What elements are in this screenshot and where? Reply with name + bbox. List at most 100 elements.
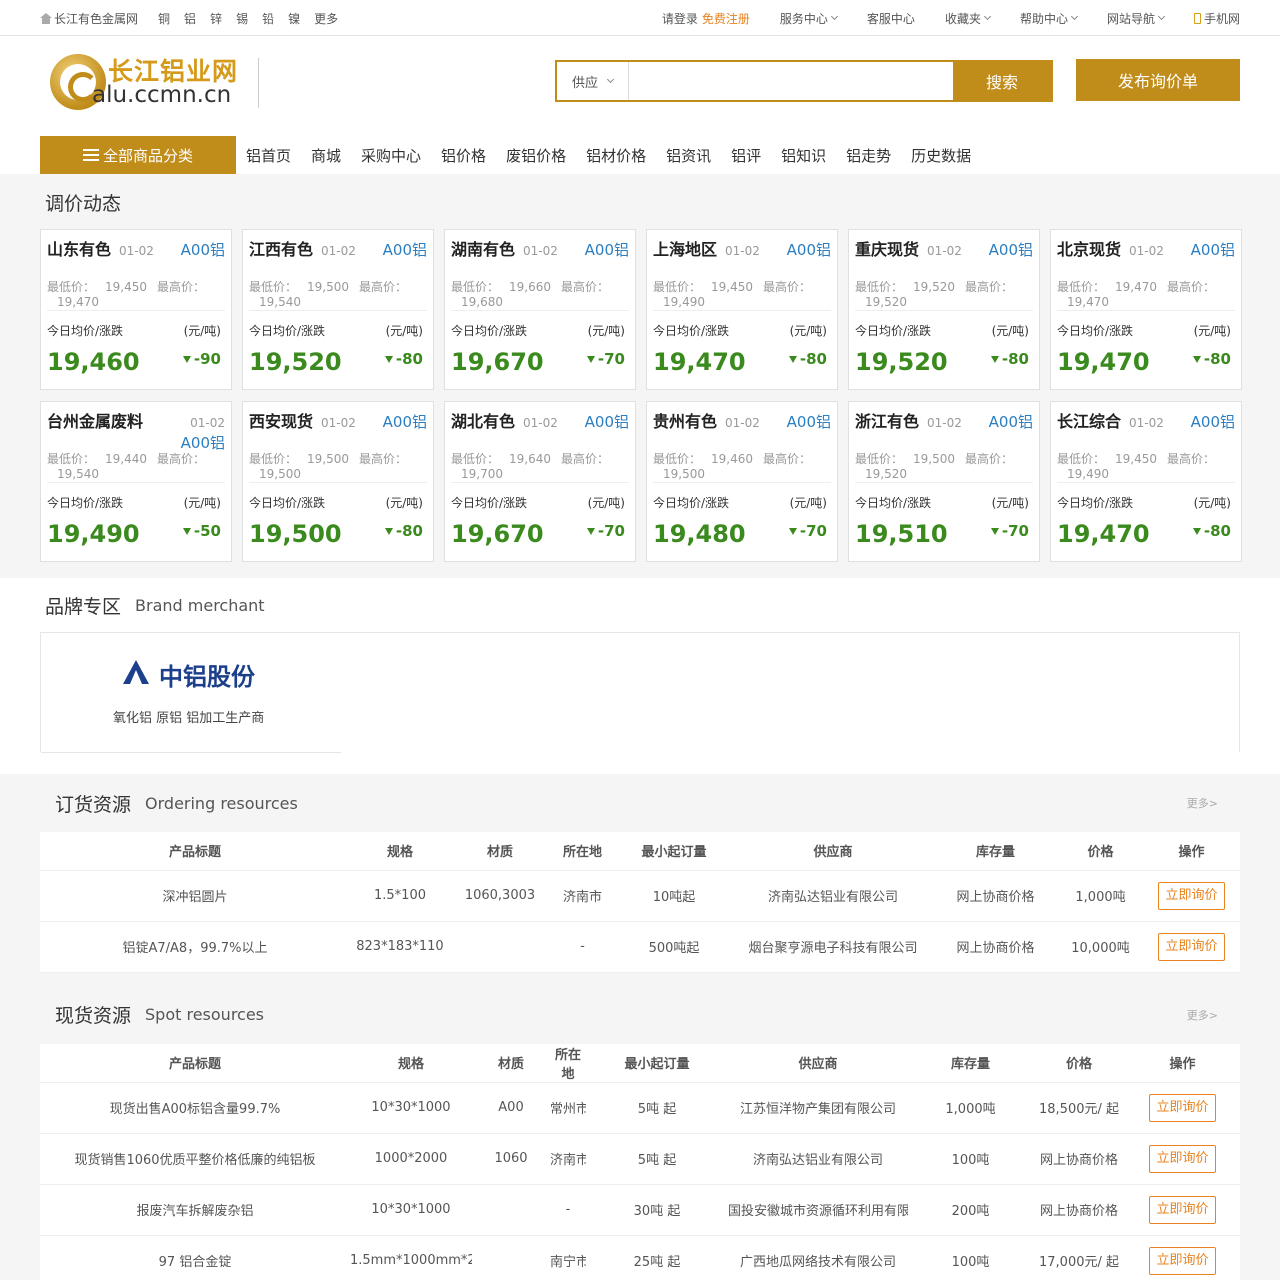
table-cell[interactable]: 现货出售A00标铝含量99.7% <box>40 1082 350 1134</box>
avg-price: 19,670 <box>451 348 544 376</box>
min-price-value: 19,440 <box>105 452 148 466</box>
price-card-header: 台州金属废料 01-02 A00铝 <box>47 408 225 452</box>
price-card[interactable]: 贵州有色 01-02 A00铝 最低价： 19,460 最高价： 19,500 今日均价/涨跌… <box>646 401 838 562</box>
price-card[interactable]: 浙江有色 01-02 A00铝 最低价： 19,500 最高价： 19,520 今日均价/涨跌… <box>848 401 1040 562</box>
grade-link[interactable]: A00铝 <box>383 411 427 432</box>
price-card-header: 湖北有色 01-02 A00铝 <box>451 408 629 452</box>
price-change-value: -80 <box>395 522 423 540</box>
table-cell: 823*183*110 <box>350 921 450 973</box>
nav-item-scrap-price[interactable]: 废铝价格 <box>506 145 566 166</box>
grade-link[interactable]: A00铝 <box>585 239 629 260</box>
metal-link-more[interactable]: 更多 <box>314 10 338 27</box>
price-card[interactable]: 上海地区 01-02 A00铝 最低价： 19,450 最高价： 19,490 今日均价/涨跌… <box>646 229 838 390</box>
metal-link-lead[interactable]: 铅 <box>262 10 274 27</box>
metal-link-aluminum[interactable]: 铝 <box>184 10 196 27</box>
metal-link-nickel[interactable]: 镍 <box>288 10 300 27</box>
grade-link[interactable]: A00铝 <box>383 239 427 260</box>
nav-item-commentary[interactable]: 铝评 <box>731 145 761 166</box>
table-cell[interactable]: 报废汽车拆解废杂铝 <box>40 1184 350 1236</box>
grade-link[interactable]: A00铝 <box>787 239 831 260</box>
price-card[interactable]: 山东有色 01-02 A00铝 最低价： 19,450 最高价： 19,470 今日均价/涨跌… <box>40 229 232 390</box>
register-link[interactable]: 免费注册 <box>702 10 750 27</box>
avg-label: 今日均价/涨跌 <box>451 324 528 338</box>
price-card[interactable]: 北京现货 01-02 A00铝 最低价： 19,470 最高价：19,470 今日均价/涨跌… <box>1050 229 1242 390</box>
favorites-menu[interactable]: 收藏夹 <box>945 10 991 27</box>
all-categories-button[interactable]: 全部商品分类 <box>40 136 236 174</box>
inquire-now-button[interactable]: 立即询价 <box>1149 1246 1216 1275</box>
site-logo[interactable]: 长江铝业网 alu.ccmn.cn <box>50 52 260 112</box>
action-cell: 立即询价 <box>1125 1235 1240 1280</box>
avg-price: 19,520 <box>249 348 342 376</box>
search-button[interactable]: 搜索 <box>953 62 1051 100</box>
mobile-site-link[interactable]: 手机网 <box>1193 10 1240 27</box>
column-header: 产品标题 <box>40 1043 350 1083</box>
min-price: 最低价： 19,640 <box>451 452 551 466</box>
nav-item-aluminum-price[interactable]: 铝价格 <box>441 145 486 166</box>
arrow-down-icon <box>990 527 999 535</box>
column-header: 规格 <box>350 1043 472 1083</box>
nav-item-news[interactable]: 铝资讯 <box>666 145 711 166</box>
login-link[interactable]: 请登录 <box>662 10 698 27</box>
help-center-menu[interactable]: 帮助中心 <box>1020 10 1079 27</box>
action-cell: 立即询价 <box>1125 1184 1240 1236</box>
region-name: 湖北有色 <box>451 412 516 431</box>
nav-item-material-price[interactable]: 铝材价格 <box>586 145 646 166</box>
grade-link[interactable]: A00铝 <box>989 411 1033 432</box>
grade-link[interactable]: A00铝 <box>585 411 629 432</box>
price-card[interactable]: 长江综合 01-02 A00铝 最低价： 19,450 最高价： 19,490 今日均价/涨跌… <box>1050 401 1242 562</box>
nav-item-history[interactable]: 历史数据 <box>911 145 971 166</box>
column-header: 操作 <box>1125 1043 1240 1083</box>
price-date: 01-02 <box>927 416 962 430</box>
grade-link[interactable]: A00铝 <box>1191 239 1235 260</box>
inquire-now-button[interactable]: 立即询价 <box>1149 1093 1216 1122</box>
inquire-now-button[interactable]: 立即询价 <box>1158 932 1225 961</box>
support-center-link[interactable]: 客服中心 <box>867 10 915 27</box>
service-center-menu[interactable]: 服务中心 <box>780 10 838 27</box>
table-cell[interactable]: 97 铝合金锭 <box>40 1235 350 1280</box>
price-card[interactable]: 台州金属废料 01-02 A00铝 最低价： 19,440 最高价：19,540 今日均价/… <box>40 401 232 562</box>
inquire-now-button[interactable]: 立即询价 <box>1158 881 1225 910</box>
metal-link-zinc[interactable]: 锌 <box>210 10 222 27</box>
max-price-label: 最高价： <box>763 452 812 466</box>
price-card[interactable]: 江西有色 01-02 A00铝 最低价： 19,500 最高价： 19,540 今日均价/涨跌… <box>242 229 434 390</box>
price-card[interactable]: 西安现货 01-02 A00铝 最低价： 19,500 最高价：19,500 今日均价/涨跌… <box>242 401 434 562</box>
table-cell <box>450 921 550 973</box>
price-card[interactable]: 湖北有色 01-02 A00铝 最低价： 19,640 最高价： 19,700 今日均价/涨跌… <box>444 401 636 562</box>
price-card[interactable]: 湖南有色 01-02 A00铝 最低价： 19,660 最高价： 19,680 今日均价/涨跌… <box>444 229 636 390</box>
table-cell[interactable]: 深冲铝圆片 <box>40 870 350 922</box>
nav-item-purchase-center[interactable]: 采购中心 <box>361 145 421 166</box>
brand-card-chinalco[interactable]: 中铝股份 氧化铝 原铝 铝加工生产商 <box>41 633 341 753</box>
home-link[interactable]: 长江有色金属网 <box>40 10 138 27</box>
table-cell: 江苏恒洋物产集团有限公司 <box>728 1082 908 1134</box>
nav-item-aluminum-home[interactable]: 铝首页 <box>246 145 291 166</box>
price-change-value: -70 <box>1001 522 1029 540</box>
ordering-more-link[interactable]: 更多> <box>1187 795 1218 811</box>
search-type-select[interactable]: 供应 <box>557 62 629 100</box>
metal-link-tin[interactable]: 锡 <box>236 10 248 27</box>
grade-link[interactable]: A00铝 <box>989 239 1033 260</box>
table-cell[interactable]: 现货销售1060优质平整价格低廉的纯铝板 <box>40 1133 350 1185</box>
grade-link[interactable]: A00铝 <box>181 239 225 260</box>
table-cell: 网上协商价格 <box>1033 1133 1125 1185</box>
spot-more-link[interactable]: 更多> <box>1187 1007 1218 1023</box>
arrow-down-icon <box>788 355 797 363</box>
table-cell: A00 <box>472 1082 550 1134</box>
nav-item-mall[interactable]: 商城 <box>311 145 341 166</box>
min-price: 最低价： 19,440 <box>47 452 147 466</box>
site-nav-menu[interactable]: 网站导航 <box>1107 10 1166 27</box>
inquire-now-button[interactable]: 立即询价 <box>1149 1195 1216 1224</box>
inquire-now-button[interactable]: 立即询价 <box>1149 1144 1216 1173</box>
grade-link[interactable]: A00铝 <box>787 411 831 432</box>
min-price-value: 19,640 <box>509 452 552 466</box>
price-date: 01-02 <box>321 244 356 258</box>
table-cell[interactable]: 铝锭A7/A8，99.7%以上 <box>40 921 350 973</box>
grade-link[interactable]: A00铝 <box>1191 411 1235 432</box>
brand-description: 氧化铝 原铝 铝加工生产商 <box>113 711 265 726</box>
search-input[interactable] <box>629 62 953 100</box>
nav-item-knowledge[interactable]: 铝知识 <box>781 145 826 166</box>
list-icon <box>82 149 99 161</box>
price-card[interactable]: 重庆现货 01-02 A00铝 最低价： 19,520 最高价：19,520 今日均价/涨跌… <box>848 229 1040 390</box>
nav-item-trend[interactable]: 铝走势 <box>846 145 891 166</box>
metal-link-copper[interactable]: 铜 <box>158 10 170 27</box>
publish-inquiry-button[interactable]: 发布询价单 <box>1076 59 1240 101</box>
